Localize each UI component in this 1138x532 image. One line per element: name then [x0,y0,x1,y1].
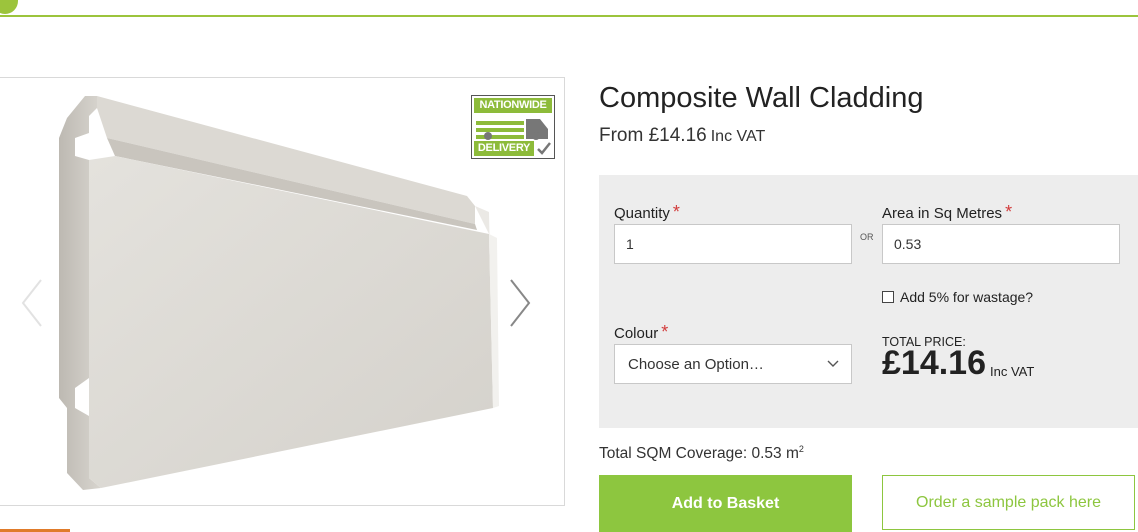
required-marker: * [672,202,680,222]
nationwide-delivery-badge: NATIONWIDE DELIVERY [471,95,555,159]
from-price-vat: Inc VAT [710,128,766,145]
badge-line2: DELIVERY [474,141,534,156]
header-step-icon [0,0,18,14]
colour-label: Colour * [614,322,668,343]
wastage-checkbox[interactable] [882,291,894,303]
badge-line1: NATIONWIDE [474,98,552,113]
header-divider [0,15,1138,17]
total-price-value: £14.16 [882,344,986,382]
area-label-text: Area in Sq Metres [882,205,1003,222]
required-marker: * [1005,202,1013,222]
colour-label-text: Colour [614,325,659,342]
quantity-label-text: Quantity [614,205,670,222]
area-input[interactable] [882,224,1120,264]
quantity-input[interactable] [614,224,852,264]
wastage-label: Add 5% for wastage? [900,289,1034,305]
quantity-label: Quantity * [614,202,680,223]
from-price: From £14.16 Inc VAT [599,125,765,147]
total-price-vat: Inc VAT [990,364,1035,379]
from-price-value: From £14.16 [599,125,707,146]
or-separator: OR [860,232,874,242]
colour-select-value: Choose an Option… [628,356,764,373]
chevron-right-icon[interactable] [503,276,537,330]
add-to-basket-button[interactable]: Add to Basket [599,475,852,532]
wastage-option[interactable]: Add 5% for wastage? [882,289,1033,305]
chevron-down-icon [827,360,839,367]
product-title: Composite Wall Cladding [599,82,924,114]
area-label: Area in Sq Metres * [882,202,1012,223]
sqm-unit-superscript: 2 [798,444,804,454]
sqm-coverage: Total SQM Coverage: 0.53 m2 [599,444,804,463]
required-marker: * [661,322,669,342]
colour-select[interactable]: Choose an Option… [614,344,852,384]
product-image-gallery[interactable]: NATIONWIDE DELIVERY [0,77,565,506]
sqm-coverage-text: Total SQM Coverage: 0.53 m [599,445,799,463]
chevron-left-icon[interactable] [15,276,49,330]
order-sample-button[interactable]: Order a sample pack here [882,475,1135,530]
